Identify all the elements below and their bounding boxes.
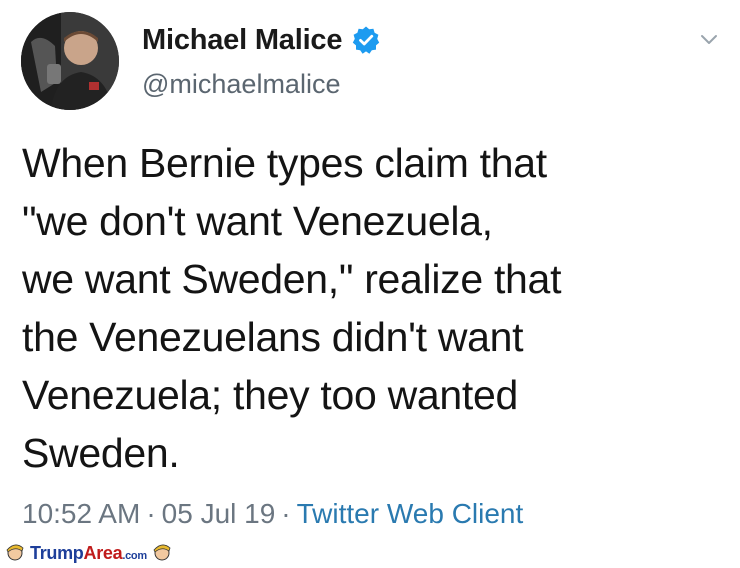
watermark-brand-2: Area bbox=[83, 542, 123, 563]
tweet-time[interactable]: 10:52 AM bbox=[22, 498, 140, 529]
display-name[interactable]: Michael Malice bbox=[142, 24, 342, 57]
watermark: TrumpArea.com bbox=[4, 540, 173, 566]
tweet-date[interactable]: 05 Jul 19 bbox=[162, 498, 276, 529]
separator-dot: · bbox=[146, 498, 156, 529]
author-block: Michael Malice @michaelmalice bbox=[142, 20, 381, 100]
verified-badge-icon bbox=[351, 25, 381, 55]
watermark-logo-icon bbox=[4, 540, 26, 567]
watermark-text: TrumpArea.com bbox=[30, 543, 147, 564]
tweet-card: Michael Malice @michaelmalice When Berni… bbox=[0, 0, 740, 540]
client-link[interactable]: Twitter Web Client bbox=[297, 498, 524, 529]
avatar[interactable] bbox=[21, 12, 119, 110]
tweet-text: When Bernie types claim that "we don't w… bbox=[22, 140, 562, 476]
name-row: Michael Malice bbox=[142, 20, 381, 60]
separator-dot: · bbox=[281, 498, 291, 529]
watermark-logo-icon bbox=[151, 540, 173, 567]
tweet-metadata: 10:52 AM · 05 Jul 19 · Twitter Web Client bbox=[22, 498, 523, 530]
avatar-photo bbox=[21, 12, 119, 110]
chevron-down-icon[interactable] bbox=[698, 28, 720, 50]
watermark-brand-1: Trump bbox=[30, 542, 84, 563]
user-handle[interactable]: @michaelmalice bbox=[142, 69, 381, 100]
watermark-suffix: .com bbox=[122, 549, 147, 562]
